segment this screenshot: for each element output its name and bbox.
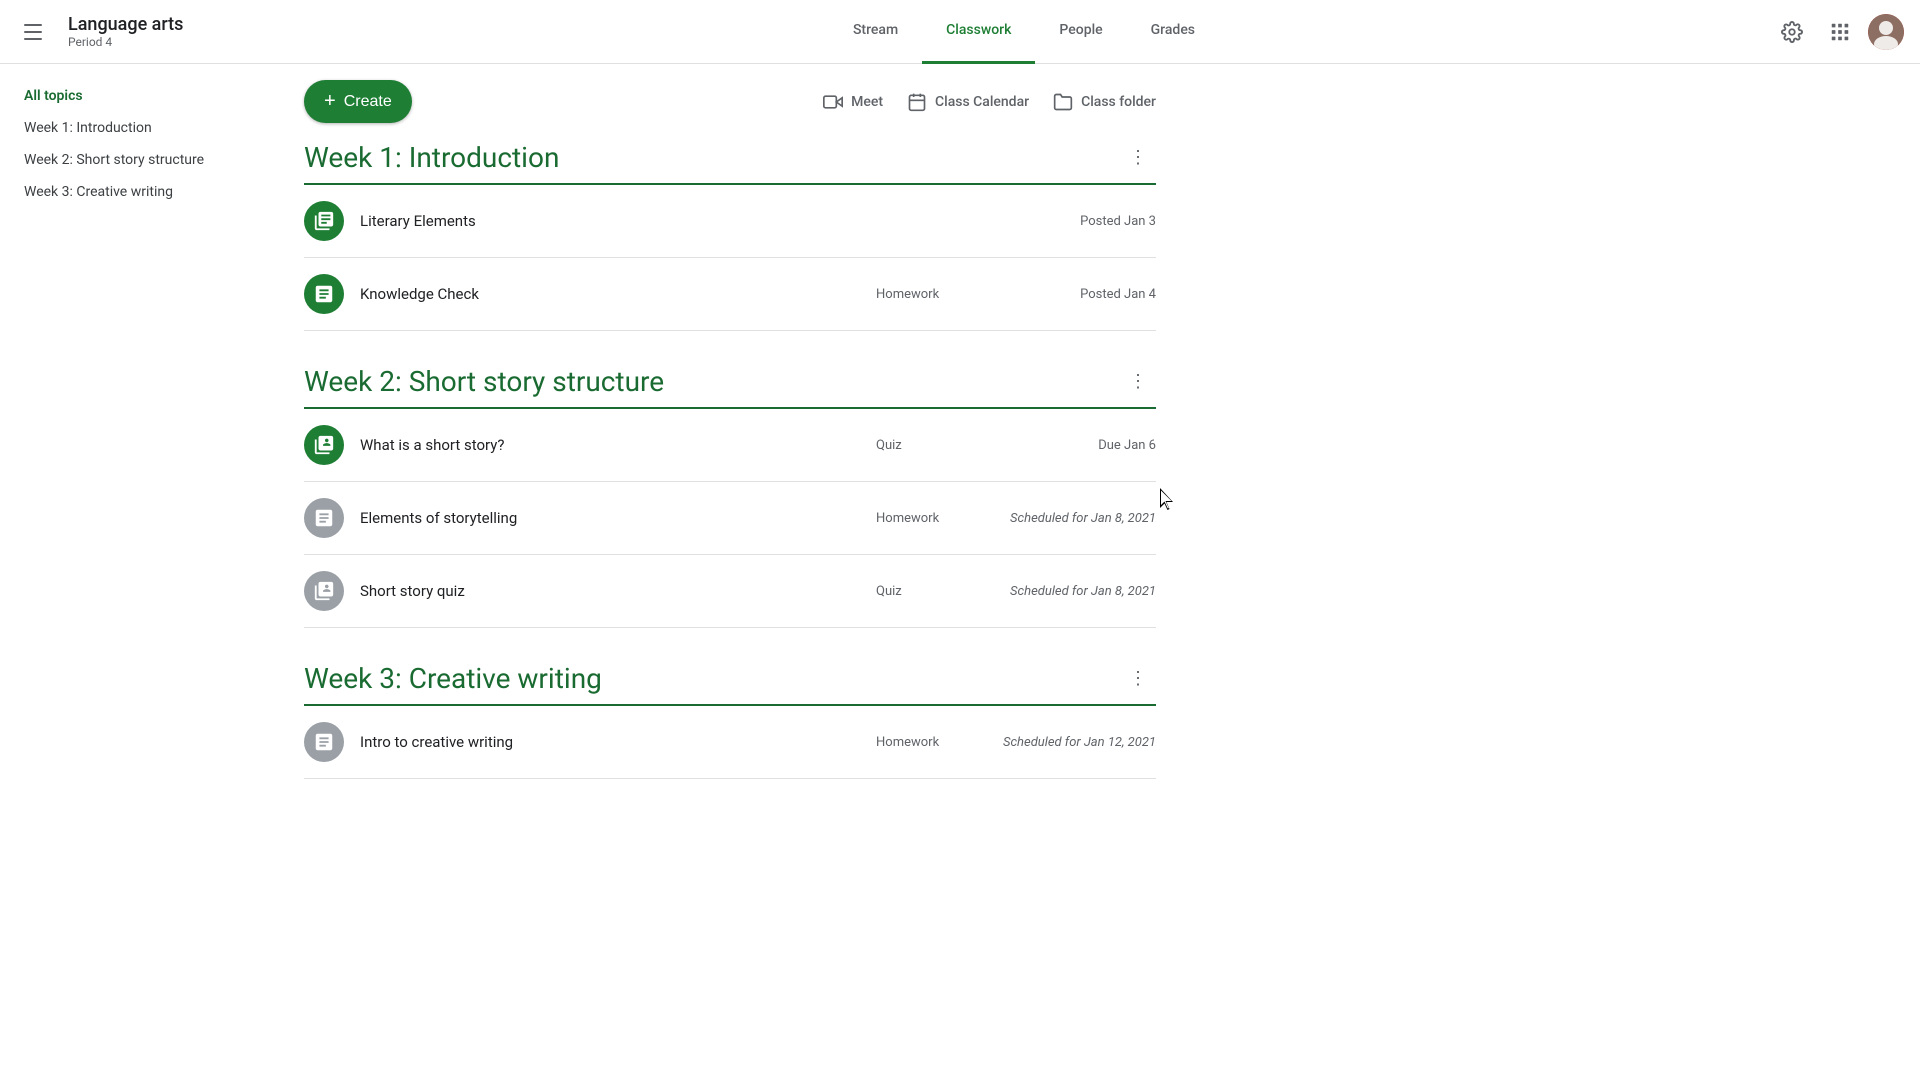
sidebar-item-week2[interactable]: Week 2: Short story structure <box>0 144 264 176</box>
assignment-short-story-name: What is a short story? <box>360 436 876 454</box>
gear-icon <box>1781 21 1803 43</box>
assignment-storytelling-icon <box>304 498 344 538</box>
homework-icon <box>313 283 335 305</box>
main-content: + Create Meet <box>280 64 1180 851</box>
section-week3: Week 3: Creative writing ⋮ Intro to crea… <box>304 660 1156 779</box>
section-week3-header: Week 3: Creative writing ⋮ <box>304 660 1156 706</box>
section-week3-title: Week 3: Creative writing <box>304 662 602 695</box>
avatar[interactable] <box>1868 14 1904 50</box>
header: Language arts Period 4 Stream Classwork … <box>0 0 1920 64</box>
meet-label: Meet <box>851 94 883 110</box>
assignment-creative-writing-name: Intro to creative writing <box>360 733 876 751</box>
assignment-knowledge-check[interactable]: Knowledge Check Homework Posted Jan 4 <box>304 258 1156 331</box>
create-label: Create <box>344 93 392 111</box>
assignment-story-quiz-name: Short story quiz <box>360 582 876 600</box>
section-week1-header: Week 1: Introduction ⋮ <box>304 139 1156 185</box>
assignment-literary-elements-date: Posted Jan 3 <box>996 214 1156 229</box>
assignment-short-story[interactable]: What is a short story? Quiz Due Jan 6 <box>304 409 1156 482</box>
toolbar: + Create Meet <box>280 64 1180 139</box>
assignment-literary-elements[interactable]: Literary Elements Posted Jan 3 <box>304 185 1156 258</box>
assignment-icon-gray <box>313 507 335 529</box>
calendar-label: Class Calendar <box>935 94 1029 110</box>
nav-stream[interactable]: Stream <box>829 0 922 64</box>
assignment-knowledge-check-name: Knowledge Check <box>360 285 876 303</box>
video-icon <box>823 92 843 112</box>
sidebar-item-all-topics[interactable]: All topics <box>0 80 264 112</box>
assignment-knowledge-check-type: Homework <box>876 287 956 302</box>
assignment-creative-writing-icon <box>304 722 344 762</box>
nav-classwork[interactable]: Classwork <box>922 0 1035 64</box>
folder-icon <box>1053 92 1073 112</box>
assignment-story-quiz-date: Scheduled for Jan 8, 2021 <box>996 584 1156 599</box>
sidebar-item-week1[interactable]: Week 1: Introduction <box>0 112 264 144</box>
app-title: Language arts Period 4 <box>68 14 183 49</box>
assignment-storytelling-type: Homework <box>876 511 956 526</box>
hamburger-icon <box>24 20 48 44</box>
material-icon <box>313 210 335 232</box>
apps-button[interactable] <box>1820 12 1860 52</box>
assignment-storytelling[interactable]: Elements of storytelling Homework Schedu… <box>304 482 1156 555</box>
assignment-icon-gray2 <box>313 731 335 753</box>
folder-action[interactable]: Class folder <box>1053 92 1156 112</box>
meet-action[interactable]: Meet <box>823 92 883 112</box>
header-right <box>1772 12 1904 52</box>
grid-icon <box>1829 21 1851 43</box>
section-week3-more-button[interactable]: ⋮ <box>1120 660 1156 696</box>
sidebar: All topics Week 1: Introduction Week 2: … <box>0 64 280 1080</box>
nav-people[interactable]: People <box>1035 0 1126 64</box>
create-button[interactable]: + Create <box>304 80 412 123</box>
assignment-short-story-icon <box>304 425 344 465</box>
app-name: Language arts <box>68 14 183 35</box>
assignment-literary-elements-name: Literary Elements <box>360 212 876 230</box>
assignment-short-story-date: Due Jan 6 <box>996 438 1156 453</box>
assignment-knowledge-check-icon <box>304 274 344 314</box>
assignment-story-quiz-type: Quiz <box>876 584 956 599</box>
quiz-icon-green <box>313 434 335 456</box>
section-week2-more-button[interactable]: ⋮ <box>1120 363 1156 399</box>
assignment-literary-elements-icon <box>304 201 344 241</box>
section-week1-title: Week 1: Introduction <box>304 141 559 174</box>
section-week2: Week 2: Short story structure ⋮ What is … <box>304 363 1156 628</box>
assignment-short-story-type: Quiz <box>876 438 956 453</box>
settings-button[interactable] <box>1772 12 1812 52</box>
plus-icon: + <box>324 90 336 113</box>
assignment-storytelling-date: Scheduled for Jan 8, 2021 <box>996 511 1156 526</box>
folder-label: Class folder <box>1081 94 1156 110</box>
calendar-action[interactable]: Class Calendar <box>907 92 1029 112</box>
calendar-icon <box>907 92 927 112</box>
section-week1-more-button[interactable]: ⋮ <box>1120 139 1156 175</box>
sidebar-item-week3[interactable]: Week 3: Creative writing <box>0 176 264 208</box>
assignment-creative-writing-date: Scheduled for Jan 12, 2021 <box>996 735 1156 750</box>
section-week2-header: Week 2: Short story structure ⋮ <box>304 363 1156 409</box>
assignment-creative-writing-type: Homework <box>876 735 956 750</box>
main-nav: Stream Classwork People Grades <box>276 0 1772 64</box>
app-subtitle: Period 4 <box>68 35 183 49</box>
assignment-knowledge-check-date: Posted Jan 4 <box>996 287 1156 302</box>
assignment-storytelling-name: Elements of storytelling <box>360 509 876 527</box>
header-left: Language arts Period 4 <box>16 12 276 52</box>
assignment-story-quiz-icon <box>304 571 344 611</box>
assignment-creative-writing[interactable]: Intro to creative writing Homework Sched… <box>304 706 1156 779</box>
quiz-icon-gray <box>313 580 335 602</box>
toolbar-actions: Meet Class Calendar Class folder <box>823 92 1156 112</box>
layout: All topics Week 1: Introduction Week 2: … <box>0 64 1920 851</box>
section-week2-title: Week 2: Short story structure <box>304 365 664 398</box>
assignment-story-quiz[interactable]: Short story quiz Quiz Scheduled for Jan … <box>304 555 1156 628</box>
nav-grades[interactable]: Grades <box>1127 0 1219 64</box>
hamburger-button[interactable] <box>16 12 56 52</box>
section-week1: Week 1: Introduction ⋮ Literary Elements… <box>304 139 1156 331</box>
